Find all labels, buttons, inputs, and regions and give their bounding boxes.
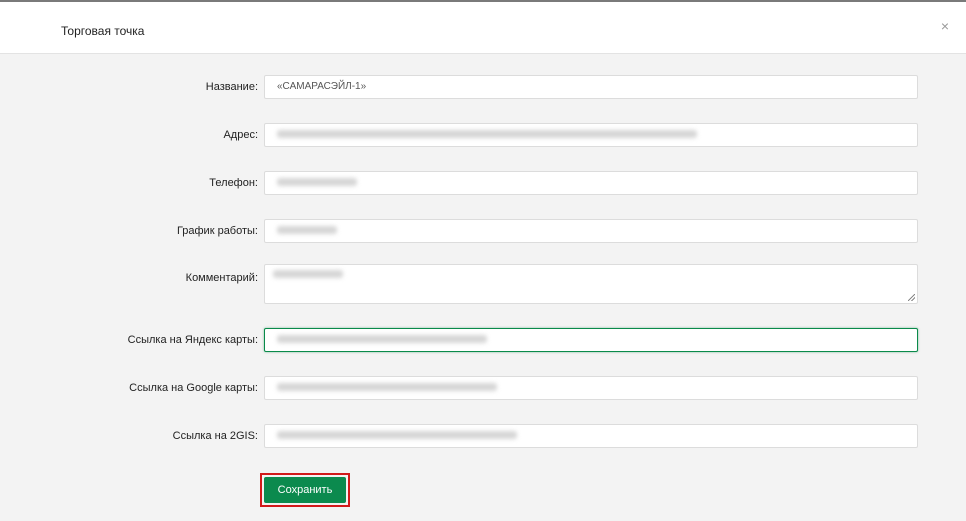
field-label-address: Адрес:	[223, 129, 258, 141]
2gis-input[interactable]	[264, 424, 918, 448]
close-icon[interactable]: ×	[934, 15, 956, 37]
phone-input[interactable]	[264, 171, 918, 195]
address-input[interactable]	[264, 123, 918, 147]
redacted-value	[277, 178, 357, 187]
redacted-value	[277, 335, 487, 344]
field-label-yandex: Ссылка на Яндекс карты:	[127, 334, 258, 346]
redacted-value	[273, 270, 343, 279]
redacted-value	[277, 226, 337, 235]
name-input[interactable]: «САМАРАСЭЙЛ-1»	[264, 75, 918, 99]
save-button-highlight: Сохранить	[260, 473, 350, 507]
save-button[interactable]: Сохранить	[264, 477, 346, 503]
field-label-comment: Комментарий:	[185, 272, 258, 284]
yandex-maps-input[interactable]	[264, 328, 918, 352]
comment-textarea[interactable]	[264, 264, 918, 304]
modal-body: Название: «САМАРАСЭЙЛ-1» Адрес: Телефон:…	[0, 54, 966, 521]
field-label-2gis: Ссылка на 2GIS:	[172, 430, 258, 442]
field-label-phone: Телефон:	[209, 177, 258, 189]
field-label-schedule: График работы:	[176, 225, 258, 237]
redacted-value	[277, 130, 697, 139]
resize-handle[interactable]	[908, 294, 915, 301]
redacted-value	[277, 431, 517, 440]
modal-header: Торговая точка ×	[0, 2, 966, 54]
field-label-name: Название:	[205, 81, 258, 93]
google-maps-input[interactable]	[264, 376, 918, 400]
redacted-value	[277, 383, 497, 392]
modal-title: Торговая точка	[61, 24, 145, 38]
schedule-input[interactable]	[264, 219, 918, 243]
field-label-google: Ссылка на Google карты:	[129, 382, 258, 394]
